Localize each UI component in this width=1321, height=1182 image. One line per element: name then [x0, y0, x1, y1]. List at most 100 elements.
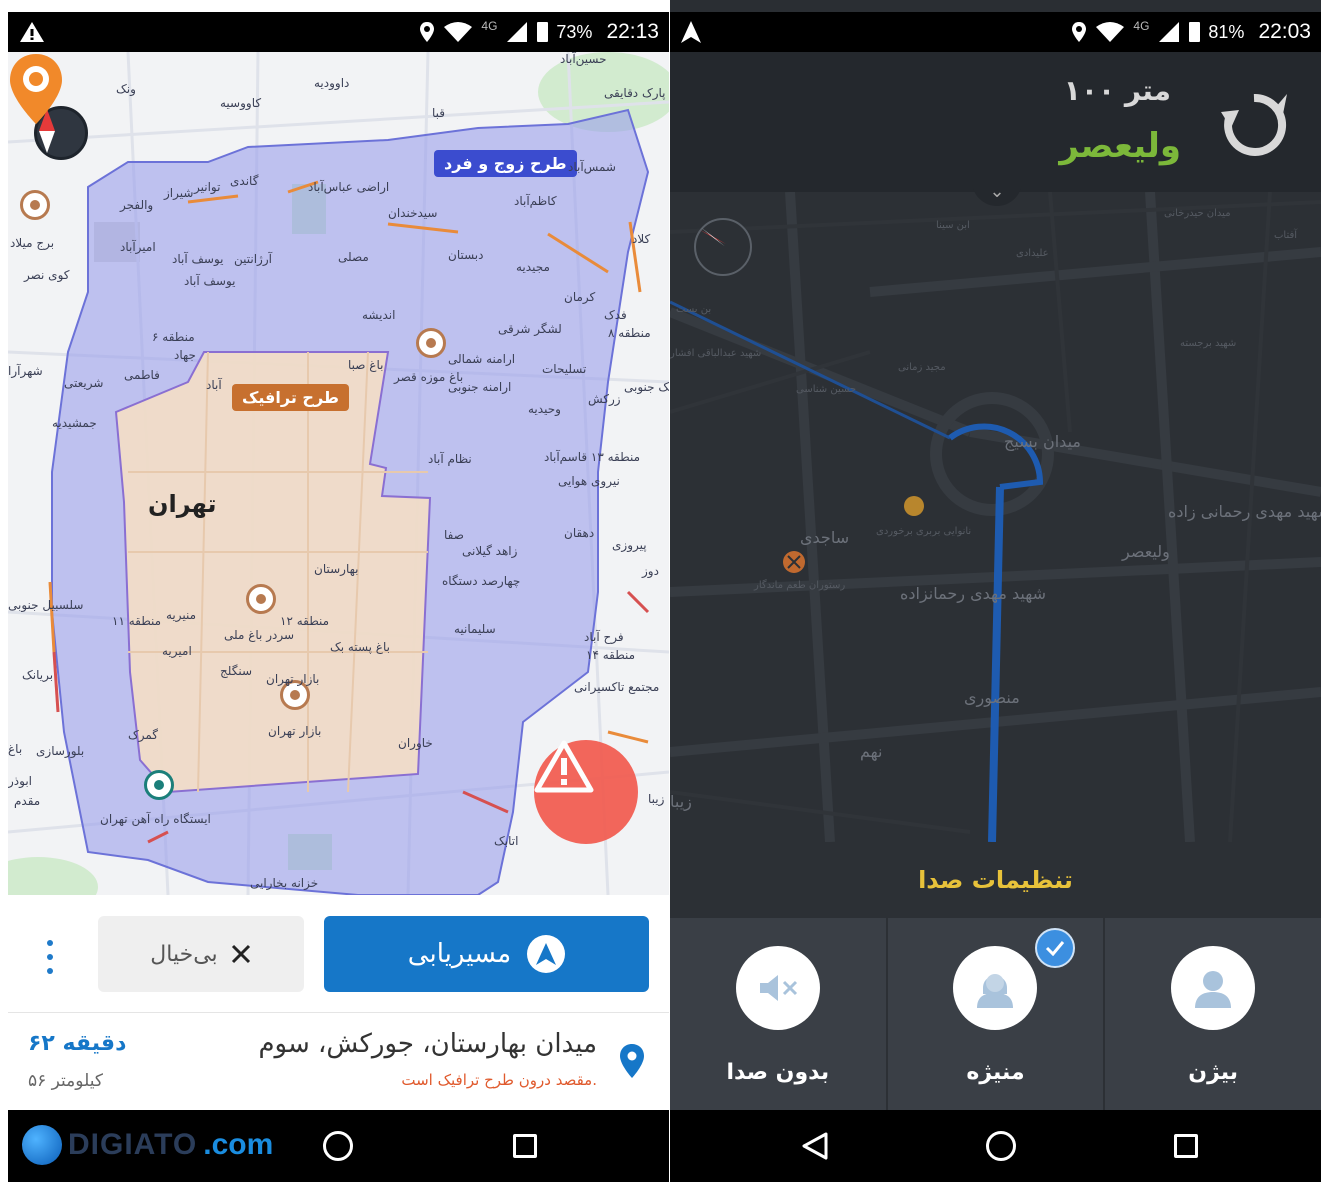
map-label: مجیدیه: [516, 260, 550, 274]
map-label: منیریه: [166, 608, 197, 622]
map-label: برج میلاد: [10, 236, 55, 250]
turn-distance: ۱۰۰ متر: [1063, 74, 1171, 107]
location-icon: [420, 22, 435, 42]
ignore-button[interactable]: بی‌خیال: [98, 916, 304, 992]
map-label: پارک دقایقی: [604, 86, 666, 100]
map-label: شریعتی: [64, 376, 104, 390]
poi-marker[interactable]: [246, 584, 276, 614]
map-label: باغ: [8, 742, 23, 756]
map-label: چهارصد دستگاه: [442, 574, 521, 588]
navigation-status-icon: [681, 21, 701, 43]
map-label: کوی نصر: [24, 268, 70, 282]
destination-pin-icon[interactable]: [8, 52, 64, 126]
left-screen: 4G 73% 22:13 طرح زوج و فرد طرح ترافیک ته…: [8, 0, 669, 1182]
map-label: شمس‌آباد: [568, 160, 616, 174]
map-label: اراضی عباس‌آباد: [308, 180, 390, 194]
warning-icon: [534, 740, 594, 793]
map-label: شهرآرا: [8, 364, 43, 378]
map-label: آفتاب: [1274, 230, 1298, 241]
map-label: لشگر شرقی: [498, 322, 562, 336]
map-label: نهم: [860, 742, 883, 761]
clock: 22:03: [1258, 20, 1311, 43]
map-label: قبا: [432, 106, 446, 120]
turn-instruction-panel[interactable]: ۱۰۰ متر ولیعصر: [670, 52, 1321, 192]
map-label: شهید مهدی رحمانی زاده: [1168, 502, 1321, 521]
back-button[interactable]: [800, 1131, 830, 1161]
route-button[interactable]: مسیریابی: [324, 916, 649, 992]
destination-note: مقصد درون طرح ترافیک است.: [401, 1071, 597, 1089]
map-label: میدان بسیج: [1004, 432, 1081, 451]
map-label: منطقه ۶: [152, 330, 195, 344]
map-label: زاهد گیلانی: [462, 544, 518, 558]
map-label: رستوران طعم ماندگار: [754, 580, 846, 591]
poi-marker[interactable]: [416, 328, 446, 358]
home-button[interactable]: [986, 1131, 1016, 1161]
map-label: تسلیحات: [542, 362, 587, 376]
recents-button[interactable]: [1174, 1134, 1198, 1158]
map-label: والفجر: [120, 198, 154, 212]
map-label: امیرآباد: [120, 240, 156, 254]
map-label: سردر باغ ملی: [224, 628, 295, 642]
poi-marker[interactable]: [20, 190, 50, 220]
map-label: یوسف آباد: [172, 252, 224, 266]
wifi-icon: [444, 22, 473, 42]
map-label: خزانه بخارایی: [250, 876, 319, 890]
map-label: باغ صبا: [348, 358, 384, 372]
map-label: دوز: [642, 564, 659, 578]
map-label: فرح آباد: [584, 630, 624, 644]
map-label: منطقه ۱۳ قاسم‌آباد: [544, 450, 641, 464]
map-label: گمرک: [128, 728, 159, 742]
signal-icon: [507, 22, 528, 42]
map-label: ونک: [116, 82, 136, 96]
map-label: شهید عبدالباقی افشار: [670, 348, 762, 359]
map-label: داوودیه: [314, 76, 350, 90]
map-view[interactable]: طرح زوج و فرد طرح ترافیک تهران ونک داوود…: [8, 52, 669, 895]
voice-option-bijan[interactable]: بیژن: [1103, 918, 1321, 1110]
system-nav-bar: [670, 1110, 1321, 1182]
train-station-icon[interactable]: [144, 770, 174, 800]
home-button[interactable]: [323, 1131, 353, 1161]
map-label: جمشیدیه: [52, 416, 97, 430]
network-type: 4G: [1133, 19, 1150, 33]
map-label: دبستان: [448, 248, 484, 262]
compass-icon[interactable]: [694, 218, 752, 276]
map-label: توانیر: [194, 180, 221, 194]
map-label: ارامنه جنوبی: [448, 380, 512, 394]
voice-option-label: بیژن: [1188, 1060, 1239, 1085]
map-view[interactable]: میدان بسیج شهید مهدی رحمانی زاده ولیعصر …: [670, 192, 1321, 842]
map-label: ابوذر: [8, 774, 33, 788]
map-label: نیروی هوایی: [558, 474, 620, 488]
map-label: ابن سینا: [936, 220, 970, 231]
user-icon: [1171, 946, 1256, 1030]
traffic-zone-tag: طرح ترافیک: [232, 384, 349, 411]
map-label: فدک: [604, 308, 627, 322]
map-label: بلورسازی: [36, 744, 85, 758]
status-bar: 4G 81% 22:03: [670, 12, 1321, 52]
map-label: کاووسیه: [220, 96, 262, 110]
map-label: ارامنه شمالی: [448, 352, 516, 366]
wifi-icon: [1096, 22, 1125, 42]
digiato-logo-icon: [22, 1125, 62, 1165]
map-label: زیبا: [648, 792, 665, 806]
eta-time: ۶۲ دقیقه: [28, 1031, 127, 1056]
voice-option-mute[interactable]: بدون صدا: [670, 918, 886, 1110]
destination-panel[interactable]: میدان بهارستان، جورکش، سوم مقصد درون طرح…: [8, 1012, 669, 1110]
map-label: شهید برجسته: [1180, 338, 1237, 349]
battery-percent: 81%: [1208, 21, 1245, 42]
voice-option-manijeh[interactable]: منیژه: [885, 918, 1104, 1110]
map-label: مصلی: [338, 250, 369, 264]
map-label: اندیشه: [362, 308, 396, 322]
location-pin-icon: [620, 1044, 644, 1078]
close-icon: [231, 944, 250, 964]
map-label: کرمان: [564, 290, 596, 304]
odd-even-zone-tag: طرح زوج و فرد: [434, 150, 577, 177]
recents-button[interactable]: [513, 1134, 537, 1158]
report-hazard-button[interactable]: [534, 740, 638, 844]
map-label: امیریه: [162, 644, 192, 658]
destination-title: میدان بهارستان، جورکش، سوم: [258, 1029, 597, 1059]
more-options-icon[interactable]: [40, 940, 60, 974]
voice-option-label: منیژه: [966, 1060, 1025, 1085]
sound-settings-header: تنظیمات صدا: [670, 842, 1321, 918]
map-label: باغ پسته بک: [330, 640, 390, 654]
map-label: بن بست: [676, 304, 712, 315]
